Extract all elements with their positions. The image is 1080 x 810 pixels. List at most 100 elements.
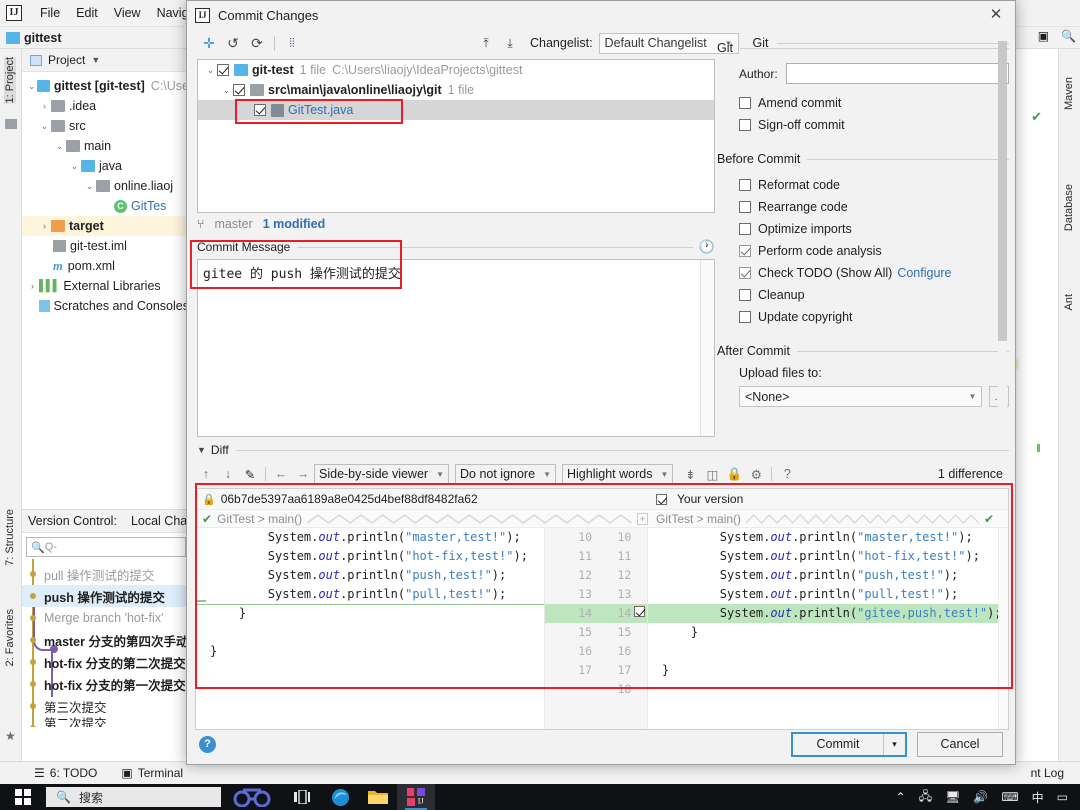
root-checkbox[interactable] — [217, 64, 229, 76]
edge-icon[interactable] — [321, 784, 359, 810]
menu-view[interactable]: View — [106, 3, 149, 23]
collapse-all-icon[interactable]: ⤓ — [498, 32, 522, 54]
rearrange-code-checkbox[interactable] — [739, 201, 751, 213]
devices-icon[interactable]: 🖧 — [919, 787, 932, 808]
commit-graph-list[interactable]: pull 操作测试的提交 push 操作测试的提交 Merge branch '… — [22, 559, 190, 727]
chevron-down-icon[interactable]: ▼ — [91, 55, 100, 65]
settings-gear-icon[interactable]: ⚙ — [745, 464, 767, 484]
chevron-down-icon[interactable]: ⌄ — [68, 161, 81, 172]
commit-list-item[interactable]: Merge branch 'hot-fix' — [22, 607, 190, 629]
scrollbar-thumb[interactable] — [998, 41, 1007, 341]
close-icon[interactable]: ✕ — [985, 6, 1007, 24]
tree-node-src[interactable]: ⌄ src — [22, 116, 189, 136]
commit-list-item[interactable]: 第二次提交 — [22, 717, 190, 727]
expand-region-icon[interactable]: + — [636, 512, 648, 525]
file-tree-root-row[interactable]: ⌄ git-test 1 file C:\Users\liaojy\IdeaPr… — [198, 60, 714, 80]
upload-files-combo[interactable]: <None> ▼ — [739, 386, 983, 407]
search-everywhere-icon[interactable]: 🔍 — [1061, 29, 1076, 43]
add-changelist-icon[interactable]: ✛ — [197, 32, 221, 54]
folder-checkbox[interactable] — [233, 84, 245, 96]
project-tool-header[interactable]: Project ▼ — [22, 49, 189, 72]
diff-section-header[interactable]: ▼ Diff — [197, 442, 1009, 458]
tree-node-gittest-java[interactable]: C GitTes — [22, 196, 189, 216]
check-todo-option[interactable]: Check TODO (Show All) Configure — [739, 262, 1009, 284]
perform-code-analysis-option[interactable]: Perform code analysis — [739, 240, 1009, 262]
chevron-down-icon[interactable]: ▼ — [197, 445, 206, 455]
accept-change-checkbox[interactable] — [633, 606, 645, 617]
signoff-commit-option[interactable]: Sign-off commit — [739, 114, 1009, 136]
ignore-policy-combo[interactable]: Do not ignore ▼ — [455, 464, 556, 484]
previous-difference-icon[interactable]: ↑ — [195, 464, 217, 484]
tree-node-scratches[interactable]: Scratches and Consoles — [22, 296, 189, 316]
chevron-up-icon[interactable]: ⌃ — [896, 790, 906, 804]
configure-link[interactable]: Configure — [897, 266, 951, 280]
viewer-mode-combo[interactable]: Side-by-side viewer ▼ — [314, 464, 449, 484]
reformat-code-checkbox[interactable] — [739, 179, 751, 191]
cleanup-checkbox[interactable] — [739, 289, 751, 301]
tab-local-changes[interactable]: Local Cha — [131, 514, 187, 528]
update-copyright-option[interactable]: Update copyright — [739, 306, 1009, 328]
expand-all-icon[interactable]: ⤒ — [474, 32, 498, 54]
refresh-icon[interactable]: ⟳ — [245, 32, 269, 54]
rearrange-code-option[interactable]: Rearrange code — [739, 196, 1009, 218]
tree-node-java[interactable]: ⌄ java — [22, 156, 189, 176]
chevron-right-icon[interactable]: › — [38, 221, 51, 231]
commit-list-item[interactable]: pull 操作测试的提交 — [22, 563, 190, 585]
edit-source-icon[interactable]: ✎ — [239, 464, 261, 484]
tree-node-main[interactable]: ⌄ main — [22, 136, 189, 156]
tree-node-gittest[interactable]: ⌄ gittest [git-test] C:\Use — [22, 76, 189, 96]
commit-list-item[interactable]: 第三次提交 — [22, 695, 190, 717]
tool-window-favorites[interactable]: 2: Favorites — [4, 609, 16, 666]
intellij-icon[interactable]: IJ — [397, 784, 435, 810]
group-by-icon[interactable]: ⦙⦙ — [280, 32, 304, 54]
tool-window-database[interactable]: Database — [1063, 184, 1075, 231]
highlight-policy-combo[interactable]: Highlight words ▼ — [561, 464, 674, 484]
commit-list-item[interactable]: push 操作测试的提交 — [22, 585, 190, 607]
keyboard-icon[interactable]: ⌨ — [1001, 790, 1018, 804]
tree-node-external-libraries[interactable]: › ▌▌▌ External Libraries — [22, 276, 189, 296]
optimize-imports-checkbox[interactable] — [739, 223, 751, 235]
cancel-button[interactable]: Cancel — [917, 731, 1003, 757]
tree-node-idea[interactable]: › .idea — [22, 96, 189, 116]
diff-left-pane[interactable]: System.out.println("master,test!"); Syst… — [196, 528, 544, 729]
status-terminal[interactable]: ▣ Terminal — [109, 766, 195, 780]
network-icon[interactable]: 🖥 — [945, 790, 960, 804]
help-icon[interactable]: ? — [776, 464, 798, 484]
reformat-code-option[interactable]: Reformat code — [739, 174, 1009, 196]
rollback-icon[interactable]: ↺ — [221, 32, 245, 54]
chevron-down-icon[interactable]: ⌄ — [220, 85, 233, 96]
tool-window-structure[interactable]: 7: Structure — [4, 509, 16, 566]
diff-scrollbar[interactable] — [998, 528, 1008, 729]
author-input[interactable] — [785, 63, 1009, 84]
perform-code-analysis-checkbox[interactable] — [739, 245, 751, 257]
tree-node-target[interactable]: › target — [22, 216, 189, 236]
amend-commit-checkbox[interactable] — [739, 97, 751, 109]
commit-message-scrollbar[interactable] — [700, 260, 714, 436]
apply-left-icon[interactable]: ← — [270, 464, 292, 484]
tree-node-package[interactable]: ⌄ online.liaoj — [22, 176, 189, 196]
file-tree-folder-row[interactable]: ⌄ src\main\java\online\liaojy\git 1 file — [198, 80, 714, 100]
signoff-commit-checkbox[interactable] — [739, 119, 751, 131]
tree-node-iml[interactable]: git-test.iml — [22, 236, 189, 256]
status-todo[interactable]: ☰ 6: TODO — [22, 766, 109, 780]
tool-window-maven[interactable]: Maven — [1063, 77, 1075, 110]
chevron-down-icon[interactable]: ⌄ — [26, 81, 37, 92]
diff-right-pane[interactable]: System.out.println("master,test!"); Syst… — [648, 528, 1008, 729]
your-version-checkbox[interactable] — [656, 493, 667, 505]
next-difference-icon[interactable]: ↓ — [217, 464, 239, 484]
readonly-lock-icon[interactable]: 🔒 — [723, 464, 745, 484]
check-todo-checkbox[interactable] — [739, 267, 751, 279]
optimize-imports-option[interactable]: Optimize imports — [739, 218, 1009, 240]
cortana-glasses-icon[interactable] — [221, 784, 283, 810]
tool-window-ant[interactable]: Ant — [1063, 294, 1075, 311]
tree-node-pom[interactable]: m pom.xml — [22, 256, 189, 276]
commit-button[interactable]: Commit — [793, 733, 883, 755]
chevron-right-icon[interactable]: › — [26, 281, 39, 291]
commit-message-input[interactable]: gitee 的 push 操作测试的提交 — [197, 259, 715, 437]
run-config-icon[interactable]: ▣ — [1038, 29, 1049, 43]
collapse-unchanged-icon[interactable]: ⇟ — [679, 464, 701, 484]
tool-window-project[interactable]: 1: Project — [4, 57, 16, 104]
apply-right-icon[interactable]: → — [292, 464, 314, 484]
chevron-right-icon[interactable]: › — [38, 101, 51, 111]
chevron-down-icon[interactable]: ⌄ — [38, 121, 51, 132]
